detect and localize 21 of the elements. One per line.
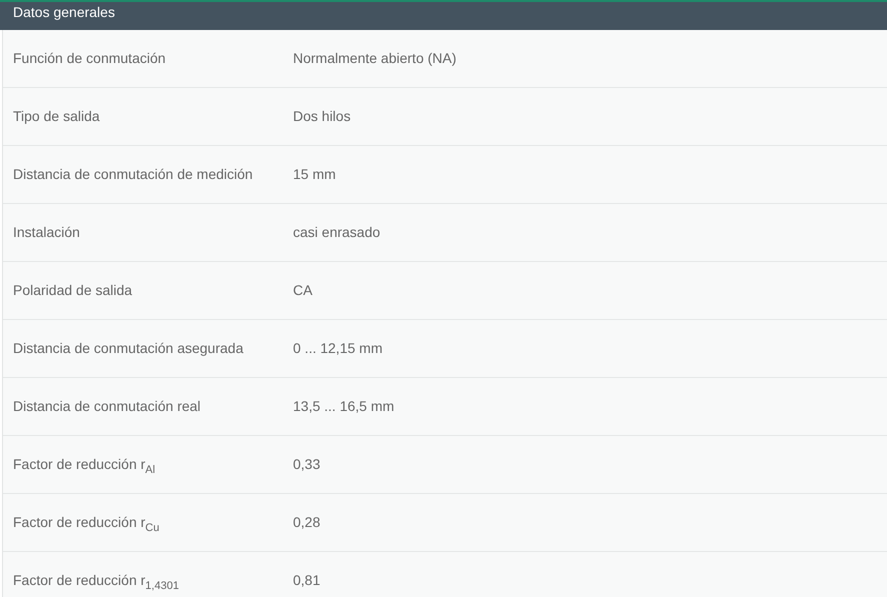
- property-label: Tipo de salida: [12, 108, 101, 125]
- property-value: 15 mm: [293, 166, 336, 183]
- property-value: 0,81: [293, 572, 320, 589]
- property-value: Normalmente abierto (NA): [293, 50, 456, 67]
- property-label: Factor de reducción r$_{Cu}$: [12, 514, 160, 531]
- property-label: Distancia de conmutación asegurada: [12, 340, 244, 357]
- property-label: Función de conmutación: [12, 50, 167, 67]
- property-value: casi enrasado: [293, 224, 380, 241]
- property-label: Factor de reducción r$_{Al}$: [12, 456, 156, 473]
- property-value: 13,5 ... 16,5 mm: [293, 398, 394, 415]
- section-title: Datos generales: [13, 4, 115, 20]
- property-label: Factor de reducción r$_{1,4301}$: [12, 572, 180, 589]
- property-value: 0,33: [293, 456, 320, 473]
- property-label: Distancia de conmutación de medición: [12, 166, 254, 183]
- property-value: CA: [293, 282, 312, 299]
- property-value: 0 ... 12,15 mm: [293, 340, 382, 357]
- property-value: Dos hilos: [293, 108, 351, 125]
- property-label: Polaridad de salida: [12, 282, 134, 299]
- property-label: Distancia de conmutación real: [12, 398, 202, 415]
- property-value: 0,28: [293, 514, 320, 531]
- property-label: Instalación: [12, 224, 81, 241]
